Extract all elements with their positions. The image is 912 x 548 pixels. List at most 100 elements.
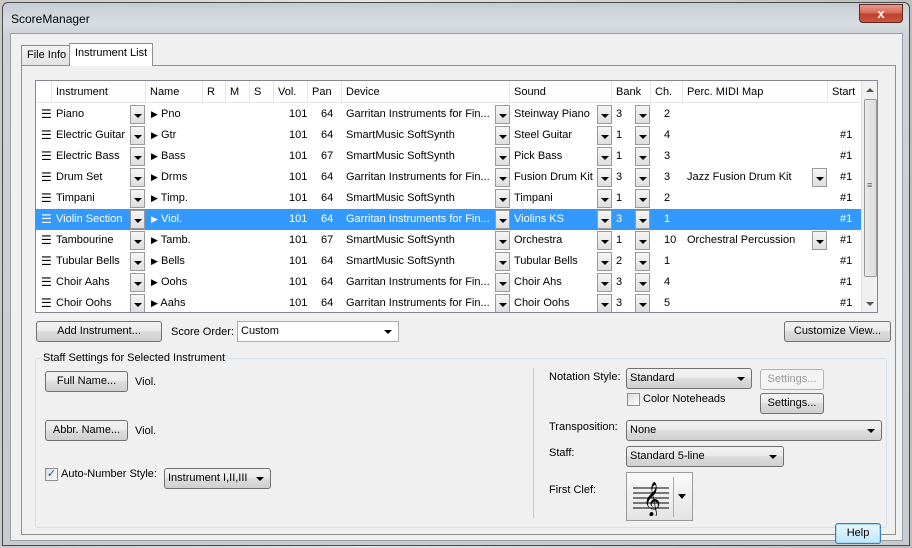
channel-cell[interactable]: 4 — [664, 272, 682, 293]
device-dropdown[interactable] — [495, 189, 510, 208]
bank-cell[interactable]: 3 — [616, 104, 630, 125]
volume-cell[interactable]: 101 — [289, 188, 309, 209]
bank-dropdown[interactable] — [635, 252, 650, 271]
help-button[interactable]: Help — [835, 523, 881, 544]
drag-handle-icon[interactable]: ☰ — [41, 104, 52, 125]
perc-map-cell[interactable]: Jazz Fusion Drum Kit — [687, 167, 812, 188]
name-cell[interactable]: ▶ Tamb. — [151, 230, 201, 251]
pan-cell[interactable]: 64 — [321, 272, 341, 293]
device-dropdown[interactable] — [495, 252, 510, 271]
bank-cell[interactable]: 3 — [616, 167, 630, 188]
auto-number-checkbox[interactable]: ✓ — [45, 468, 58, 481]
tab-instrument-list[interactable]: Instrument List — [69, 43, 154, 66]
bank-dropdown[interactable] — [635, 210, 650, 229]
expand-triangle-icon[interactable]: ▶ — [151, 172, 158, 182]
expand-triangle-icon[interactable]: ▶ — [151, 256, 158, 266]
bank-cell[interactable]: 3 — [616, 272, 630, 293]
table-row[interactable]: ☰ Tambourine ▶ Tamb. 101 67 SmartMusic SoftSy… — [36, 230, 871, 251]
instrument-cell[interactable]: Violin Section — [56, 209, 130, 230]
notation-settings-button[interactable]: Settings... — [760, 369, 824, 390]
instrument-cell[interactable]: Electric Bass — [56, 146, 130, 167]
sound-dropdown[interactable] — [597, 294, 612, 312]
table-row[interactable]: ☰ Piano ▶ Pno 101 64 Garritan Instruments for… — [36, 104, 871, 125]
instrument-dropdown[interactable] — [130, 147, 145, 166]
header-start[interactable]: Start — [828, 81, 862, 103]
header-record[interactable]: R — [203, 81, 226, 103]
sound-dropdown[interactable] — [597, 210, 612, 229]
start-cell[interactable]: #1 — [840, 167, 856, 188]
bank-cell[interactable]: 3 — [616, 209, 630, 230]
device-cell[interactable]: Garritan Instruments for Fin... — [346, 104, 494, 125]
drag-handle-icon[interactable]: ☰ — [41, 167, 52, 188]
channel-cell[interactable]: 3 — [664, 167, 682, 188]
pan-cell[interactable]: 64 — [321, 293, 341, 312]
start-cell[interactable]: #1 — [840, 209, 856, 230]
header-perc-midi-map[interactable]: Perc. MIDI Map — [683, 81, 828, 103]
bank-dropdown[interactable] — [635, 147, 650, 166]
notation-style-select[interactable]: Standard — [626, 368, 752, 389]
table-row[interactable]: ☰ Electric Bass ▶ Bass 101 67 SmartMusic Soft… — [36, 146, 871, 167]
drag-handle-icon[interactable]: ☰ — [41, 251, 52, 272]
channel-cell[interactable]: 1 — [664, 251, 682, 272]
start-cell[interactable]: #1 — [840, 251, 856, 272]
channel-cell[interactable]: 4 — [664, 125, 682, 146]
sound-cell[interactable]: Tubular Bells — [514, 251, 596, 272]
channel-cell[interactable]: 2 — [664, 104, 682, 125]
pan-cell[interactable]: 67 — [321, 230, 341, 251]
instrument-cell[interactable]: Piano — [56, 104, 130, 125]
start-cell[interactable] — [840, 104, 856, 125]
drag-handle-icon[interactable]: ☰ — [41, 188, 52, 209]
expand-triangle-icon[interactable]: ▶ — [151, 277, 158, 287]
pan-cell[interactable]: 67 — [321, 146, 341, 167]
perc-map-cell[interactable] — [687, 251, 812, 272]
sound-cell[interactable]: Choir Ahs — [514, 272, 596, 293]
device-dropdown[interactable] — [495, 273, 510, 292]
instrument-dropdown[interactable] — [130, 105, 145, 124]
name-cell[interactable]: ▶ Timp. — [151, 188, 201, 209]
instrument-cell[interactable]: Electric Guitar — [56, 125, 130, 146]
perc-map-dropdown[interactable] — [812, 231, 827, 250]
customize-view-button[interactable]: Customize View... — [784, 321, 891, 342]
abbr-name-button[interactable]: Abbr. Name... — [45, 420, 128, 441]
device-cell[interactable]: SmartMusic SoftSynth — [346, 251, 494, 272]
sound-cell[interactable]: Pick Bass — [514, 146, 596, 167]
instrument-dropdown[interactable] — [130, 273, 145, 292]
sound-cell[interactable]: Fusion Drum Kit — [514, 167, 596, 188]
table-row[interactable]: ☰ Electric Guitar ▶ Gtr 101 64 SmartMusic Sof… — [36, 125, 871, 146]
color-noteheads-checkbox[interactable] — [627, 393, 640, 406]
sound-dropdown[interactable] — [597, 273, 612, 292]
volume-cell[interactable]: 101 — [289, 167, 309, 188]
volume-cell[interactable]: 101 — [289, 293, 309, 312]
bank-dropdown[interactable] — [635, 189, 650, 208]
sound-cell[interactable]: Violins KS — [514, 209, 596, 230]
name-cell[interactable]: ▶ Viol. — [151, 209, 201, 230]
perc-map-cell[interactable] — [687, 293, 812, 312]
name-cell[interactable]: ▶ Oohs — [151, 272, 201, 293]
device-cell[interactable]: SmartMusic SoftSynth — [346, 146, 494, 167]
name-cell[interactable]: ▶ Drms — [151, 167, 201, 188]
header-bank[interactable]: Bank — [612, 81, 651, 103]
full-name-button[interactable]: Full Name... — [45, 371, 128, 392]
perc-map-cell[interactable] — [687, 188, 812, 209]
sound-cell[interactable]: Choir Oohs — [514, 293, 596, 312]
bank-dropdown[interactable] — [635, 168, 650, 187]
header-instrument[interactable]: Instrument — [52, 81, 146, 103]
volume-cell[interactable]: 101 — [289, 125, 309, 146]
bank-dropdown[interactable] — [635, 105, 650, 124]
table-row[interactable]: ☰ Tubular Bells ▶ Bells 101 64 SmartMusic Sof… — [36, 251, 871, 272]
sound-cell[interactable]: Timpani — [514, 188, 596, 209]
device-dropdown[interactable] — [495, 126, 510, 145]
bank-cell[interactable]: 2 — [616, 251, 630, 272]
channel-cell[interactable]: 2 — [664, 188, 682, 209]
sound-cell[interactable]: Steinway Piano — [514, 104, 596, 125]
perc-map-cell[interactable] — [687, 125, 812, 146]
table-row[interactable]: ☰ Violin Section ▶ Viol. 101 64 Garritan Inst… — [36, 209, 871, 230]
device-cell[interactable]: Garritan Instruments for Fin... — [346, 272, 494, 293]
drag-handle-icon[interactable]: ☰ — [41, 125, 52, 146]
device-dropdown[interactable] — [495, 231, 510, 250]
device-dropdown[interactable] — [495, 294, 510, 312]
expand-triangle-icon[interactable]: ▶ — [151, 130, 158, 140]
sound-dropdown[interactable] — [597, 105, 612, 124]
sound-dropdown[interactable] — [597, 126, 612, 145]
volume-cell[interactable]: 101 — [289, 209, 309, 230]
